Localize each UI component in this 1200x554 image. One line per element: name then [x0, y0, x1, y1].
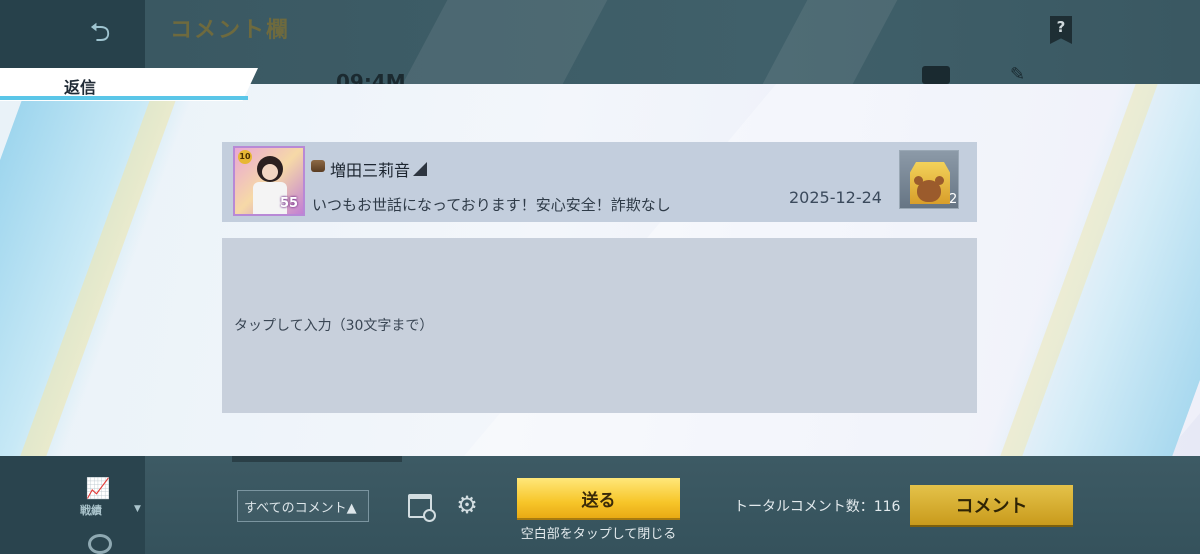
comment-text: いつもお世話になっております！安心安全！詐欺なし — [312, 196, 671, 214]
calendar-search-icon[interactable] — [408, 494, 436, 522]
back-arrow-icon: ⮌ — [89, 18, 111, 48]
total-comment-count: トータルコメント数：116 — [734, 499, 901, 515]
top-bar — [145, 0, 1200, 84]
skill-icon[interactable] — [88, 534, 112, 554]
comment-filter-select[interactable]: すべてのコメント▲ — [237, 490, 369, 522]
page-title: コメント欄 — [170, 18, 291, 43]
chat-icon[interactable] — [922, 66, 950, 84]
corner-triangle-icon — [413, 162, 427, 176]
gift-count: 2 — [949, 192, 958, 207]
close-hint: 空白部をタップして閉じる — [520, 527, 677, 542]
results-label[interactable]: 戦績 — [80, 502, 102, 518]
chart-icon[interactable]: 📈 — [84, 476, 112, 500]
dialog-tab-accent — [0, 96, 248, 100]
avatar-face — [257, 156, 283, 182]
expand-arrow-icon: ▼ — [134, 504, 141, 514]
send-button[interactable]: 送る — [517, 478, 680, 518]
rank-icon — [311, 160, 325, 172]
edit-icon[interactable]: ✎ — [1010, 66, 1030, 84]
comment-button[interactable]: コメント — [910, 485, 1073, 525]
comment-date: 2025-12-24 — [789, 188, 882, 207]
comment-username[interactable]: 増田三莉音 — [330, 157, 410, 181]
top-bar-stripe — [762, 0, 898, 84]
gear-icon[interactable]: ⚙ — [454, 492, 480, 518]
bear-icon — [914, 176, 941, 202]
back-button[interactable]: ⮌ — [78, 18, 122, 48]
top-bar-stripe — [402, 0, 608, 84]
avatar-level: 55 — [280, 196, 299, 211]
dialog-title: 返信 — [64, 78, 97, 97]
reply-input[interactable] — [222, 238, 977, 413]
avatar-badge: 10 — [238, 150, 252, 164]
left-nav-bottom — [0, 456, 145, 554]
filter-label: すべてのコメント▲ — [244, 500, 357, 516]
